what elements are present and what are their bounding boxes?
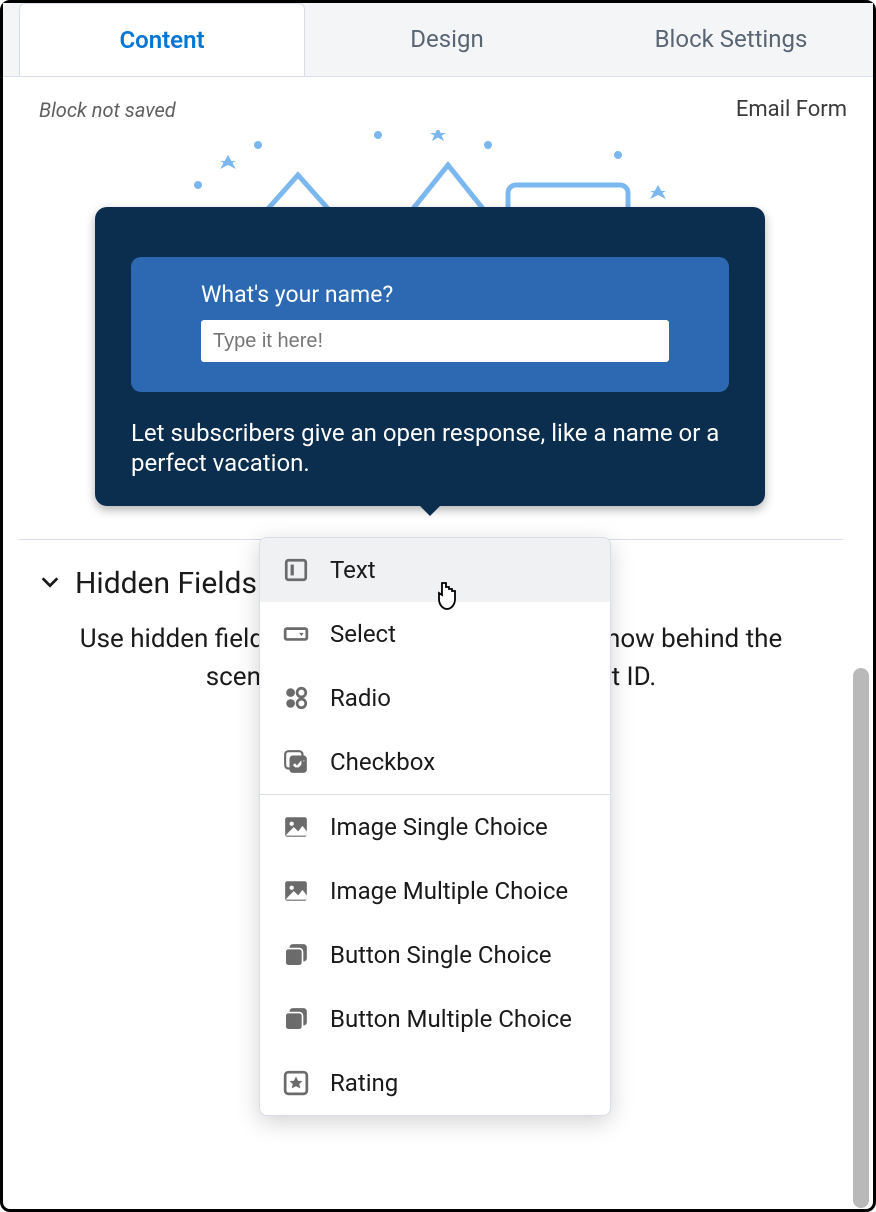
tooltip-question-label: What's your name?: [201, 281, 669, 308]
dropdown-item-radio[interactable]: Radio: [260, 666, 610, 730]
text-field-icon: [282, 556, 310, 584]
field-type-tooltip: What's your name? Let subscribers give a…: [95, 207, 765, 506]
dropdown-item-label: Checkbox: [330, 748, 435, 776]
block-status: Block not saved: [39, 98, 176, 122]
tab-design[interactable]: Design: [305, 3, 589, 76]
button-stack-icon: [282, 941, 310, 969]
dropdown-item-label: Select: [330, 620, 396, 648]
hidden-fields-title: Hidden Fields: [75, 566, 257, 601]
rating-icon: [282, 1069, 310, 1097]
dropdown-item-label: Button Multiple Choice: [330, 1005, 572, 1033]
pointer-cursor-icon: [433, 581, 461, 620]
dropdown-item-label: Image Single Choice: [330, 813, 548, 841]
form-type-label: Email Form: [736, 97, 847, 122]
dropdown-item-image-single[interactable]: Image Single Choice: [260, 795, 610, 859]
image-icon: [282, 813, 310, 841]
dropdown-item-label: Radio: [330, 684, 391, 712]
radio-field-icon: [282, 684, 310, 712]
dropdown-item-button-single[interactable]: Button Single Choice: [260, 923, 610, 987]
sub-header: Block not saved Email Form: [3, 77, 873, 130]
dropdown-item-rating[interactable]: Rating: [260, 1051, 610, 1115]
scrollbar[interactable]: [853, 83, 869, 1199]
dropdown-item-label: Rating: [330, 1069, 398, 1097]
tooltip-description: Let subscribers give an open response, l…: [131, 418, 729, 478]
scrollbar-thumb[interactable]: [853, 668, 869, 1208]
button-stack-icon: [282, 1005, 310, 1033]
dropdown-item-checkbox[interactable]: Checkbox: [260, 730, 610, 794]
tab-bar: Content Design Block Settings: [3, 3, 873, 77]
dropdown-item-label: Text: [330, 556, 376, 584]
dropdown-item-label: Button Single Choice: [330, 941, 552, 969]
dropdown-item-image-multiple[interactable]: Image Multiple Choice: [260, 859, 610, 923]
image-icon: [282, 877, 310, 905]
field-type-dropdown: Text Select Radio Checkbox Image Single …: [259, 537, 611, 1116]
dropdown-item-label: Image Multiple Choice: [330, 877, 568, 905]
chevron-down-icon: [39, 566, 61, 601]
select-field-icon: [282, 620, 310, 648]
tab-block-settings[interactable]: Block Settings: [589, 3, 873, 76]
tooltip-sample-input: [201, 320, 669, 362]
tooltip-preview-card: What's your name?: [131, 257, 729, 392]
checkbox-field-icon: [282, 748, 310, 776]
dropdown-item-button-multiple[interactable]: Button Multiple Choice: [260, 987, 610, 1051]
tab-content[interactable]: Content: [19, 3, 305, 76]
